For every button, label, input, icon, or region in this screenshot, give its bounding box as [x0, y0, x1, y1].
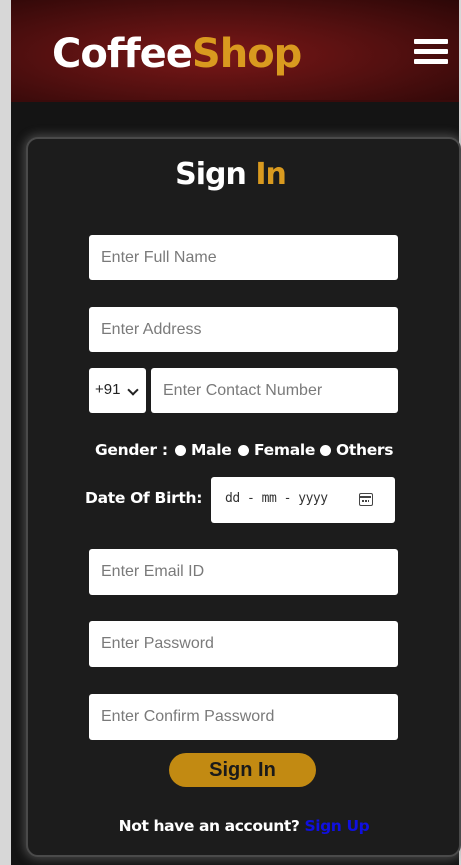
gender-label: Gender :	[95, 441, 168, 459]
password-input[interactable]	[89, 621, 398, 667]
full-name-input[interactable]	[89, 235, 398, 280]
chevron-down-icon	[127, 384, 139, 396]
menu-bar-middle	[414, 49, 448, 54]
signup-prompt-text: Not have an account?	[118, 817, 300, 835]
menu-bar-bottom	[414, 59, 448, 64]
brand-logo[interactable]: CoffeeShop	[52, 26, 302, 82]
title-word-in: In	[255, 157, 287, 192]
signup-prompt: Not have an account? Sign Up	[0, 817, 461, 835]
menu-bar-top	[414, 39, 448, 44]
gender-radio-others[interactable]	[320, 445, 331, 456]
gender-radio-female[interactable]	[238, 445, 249, 456]
date-of-birth-input[interactable]: dd - mm - yyyy	[211, 477, 395, 523]
page-title: Sign In	[0, 150, 461, 200]
brand-word-coffee: Coffee	[52, 31, 193, 77]
dob-placeholder: dd - mm - yyyy	[225, 491, 328, 506]
email-input[interactable]	[89, 549, 398, 595]
contact-number-input[interactable]	[151, 368, 398, 413]
calendar-icon[interactable]	[359, 493, 373, 506]
gender-option-others: Others	[336, 441, 394, 459]
country-code-select[interactable]: +91	[89, 368, 146, 413]
site-header: CoffeeShop	[11, 0, 459, 102]
hamburger-menu-icon[interactable]	[414, 37, 448, 65]
sign-up-link[interactable]: Sign Up	[304, 817, 369, 835]
sign-in-button[interactable]: Sign In	[169, 753, 316, 787]
title-word-sign: Sign	[175, 157, 247, 192]
dob-label: Date Of Birth:	[85, 489, 203, 507]
gender-radio-male[interactable]	[175, 445, 186, 456]
gender-option-male: Male	[191, 441, 232, 459]
country-code-value: +91	[95, 381, 121, 398]
confirm-password-input[interactable]	[89, 694, 398, 740]
address-input[interactable]	[89, 307, 398, 352]
brand-word-shop: Shop	[191, 31, 302, 77]
gender-option-female: Female	[254, 441, 316, 459]
